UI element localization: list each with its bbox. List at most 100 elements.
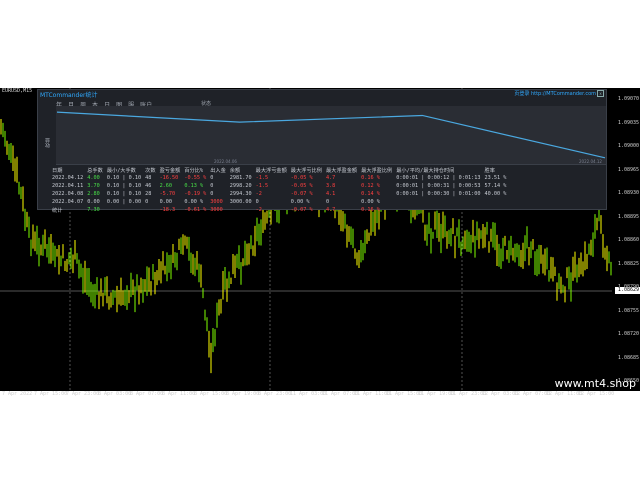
table-cell [143, 206, 157, 214]
table-cell: 0.00 % [361, 199, 380, 205]
table-cell: 3000 [210, 199, 223, 205]
time-tick: 11 Apr 19:00 [418, 391, 455, 397]
table-cell [105, 206, 143, 214]
table-cell: 23.51 % [484, 175, 507, 181]
time-tick: 11 Apr 03:00 [290, 391, 327, 397]
column-header: 最大浮亏比例 [290, 167, 322, 174]
time-tick: 11 Apr 11:00 [354, 391, 391, 397]
column-header: 胜率 [484, 167, 495, 174]
stats-panel[interactable]: MTCommander统计 页登录 http://MTCommander.com… [37, 89, 607, 214]
table-cell: 0:00:01 | 0:00:12 | 0:01:13 [396, 175, 481, 181]
table-cell [228, 206, 254, 214]
table-cell: 7.30 [87, 207, 100, 213]
time-tick: 8 Apr 23:00 [258, 391, 292, 397]
table-cell: -18.3 [159, 207, 176, 213]
column-header: 最小/平均/最大持仓时间 [396, 167, 455, 174]
curve-y-label: 收益 [45, 138, 51, 148]
equity-line [56, 111, 606, 159]
price-tick: 1.08965 [617, 166, 639, 173]
time-tick: 7 Apr 15:00 [34, 391, 68, 397]
table-cell: 0:00:01 | 0:00:31 | 0:00:53 [396, 183, 481, 189]
table-cell: -5.70 [159, 191, 176, 197]
curve-date-end: 2022.04.12 [579, 159, 602, 164]
time-tick: 8 Apr 07:00 [130, 391, 164, 397]
table-cell: 0.00 [159, 199, 173, 205]
table-cell: 4.7 [325, 175, 336, 181]
table-cell: -0.19 % [184, 191, 207, 197]
price-tick: 1.08860 [617, 237, 639, 243]
table-row: 2022.04.07 0.00 0.00 | 0.00 0 0.00 0.00 % 3000… [50, 198, 508, 206]
table-cell: 0 [255, 199, 259, 205]
time-tick: 8 Apr 11:00 [162, 391, 196, 397]
price-tick: 1.09000 [617, 143, 639, 149]
table-cell: 0 [210, 191, 214, 197]
price-scale[interactable]: 1.09070 1.09035 1.09000 1.08965 1.08930 1.088… [613, 88, 640, 391]
table-cell: 3000.00 [229, 199, 252, 205]
stats-table: 日期 总手数 最小/大手数 次数 盈亏金额 百分比% 出入金 余额 最大浮亏金额 最大浮亏比例 最大… [50, 166, 508, 214]
price-tick: 1.08825 [617, 260, 639, 267]
time-tick: 12 Apr 11:00 [546, 391, 583, 397]
table-cell: 2998.20 [229, 183, 252, 189]
symbol-label: EURUSD,M15 [2, 88, 33, 94]
table-cell: 0:00:01 | 0:00:30 | 0:01:00 [396, 191, 481, 197]
table-cell: -0.61 % [184, 207, 207, 213]
table-cell: 统计 [52, 207, 63, 214]
column-header: 日期 [52, 167, 63, 174]
table-cell: 2022.04.07 [52, 199, 84, 205]
time-tick: 7 Apr 2022 [2, 391, 33, 397]
table-cell: -16.50 [159, 175, 179, 181]
table-cell: -0.07 % [290, 207, 313, 213]
price-tick: 1.08930 [617, 190, 639, 196]
table-cell: -1.5 [255, 175, 269, 181]
table-cell: 2022.04.08 [52, 191, 84, 197]
table-cell: 0 [210, 175, 214, 181]
table-cell: 0.00 % [184, 199, 204, 205]
table-cell: 46 [145, 183, 152, 189]
table-cell: 48 [145, 175, 152, 181]
price-tick: 1.08755 [617, 307, 639, 314]
curve-date-start: 2022.04.06 [214, 159, 237, 164]
column-header: 最大浮盈比例 [361, 167, 393, 174]
column-header: 最大浮亏金额 [255, 167, 287, 174]
table-cell: 0.16 % [361, 207, 380, 213]
table-cell: 0.00 % [290, 199, 310, 205]
time-tick: 8 Apr 15:00 [194, 391, 228, 397]
table-cell: 0 [145, 199, 149, 205]
table-cell: -2 [255, 207, 262, 213]
table-cell: 0 [210, 183, 214, 189]
equity-curve [56, 106, 606, 165]
column-header: 出入金 [210, 167, 226, 174]
table-cell: 28 [145, 191, 152, 197]
equity-line-path [56, 111, 606, 159]
watermark: www.mt4.shop [554, 377, 636, 390]
table-cell: 0.16 % [361, 175, 380, 181]
price-tick: 1.08895 [617, 213, 639, 220]
table-cell [483, 206, 509, 214]
table-cell: 40.00 % [484, 191, 507, 197]
website-link[interactable]: 页登录 http://MTCommander.com [514, 90, 596, 97]
table-cell: 2994.30 [229, 191, 252, 197]
time-tick: 12 Apr 15:00 [578, 391, 615, 397]
table-cell [394, 198, 482, 206]
table-cell: -0.05 % [290, 175, 313, 181]
time-tick: 11 Apr 15:00 [386, 391, 423, 397]
table-cell: 0 [325, 199, 330, 205]
table-cell: 2.80 [87, 191, 100, 197]
table-cell: 2022.04.11 [52, 183, 84, 189]
time-tick: 12 Apr 07:00 [514, 391, 551, 397]
table-cell [483, 198, 509, 206]
table-cell: 4.7 [325, 207, 336, 213]
time-tick: 11 Apr 07:00 [322, 391, 359, 397]
table-header: 日期 总手数 最小/大手数 次数 盈亏金额 百分比% 出入金 余额 最大浮亏金额 最大浮亏比例 最大… [50, 166, 508, 174]
table-cell: 2981.70 [229, 175, 252, 181]
column-header: 总手数 [87, 167, 103, 174]
table-cell: 0.10 | 0.10 [106, 175, 142, 181]
table-row: 2022.04.11 3.70 0.10 | 0.10 46 2.60 0.13 % 0 29… [50, 182, 508, 190]
table-cell: 3.70 [87, 183, 100, 189]
table-row: 2022.04.08 2.80 0.10 | 0.10 28 -5.70 -0.19 % 0… [50, 190, 508, 198]
time-tick: 12 Apr 03:00 [482, 391, 519, 397]
time-axis: 7 Apr 2022 7 Apr 15:00 7 Apr 23:00 8 Apr 03… [0, 391, 614, 399]
close-icon[interactable]: x [597, 90, 604, 97]
column-header: 最小/大手数 [106, 167, 136, 174]
table-cell: 0.00 [87, 199, 100, 205]
